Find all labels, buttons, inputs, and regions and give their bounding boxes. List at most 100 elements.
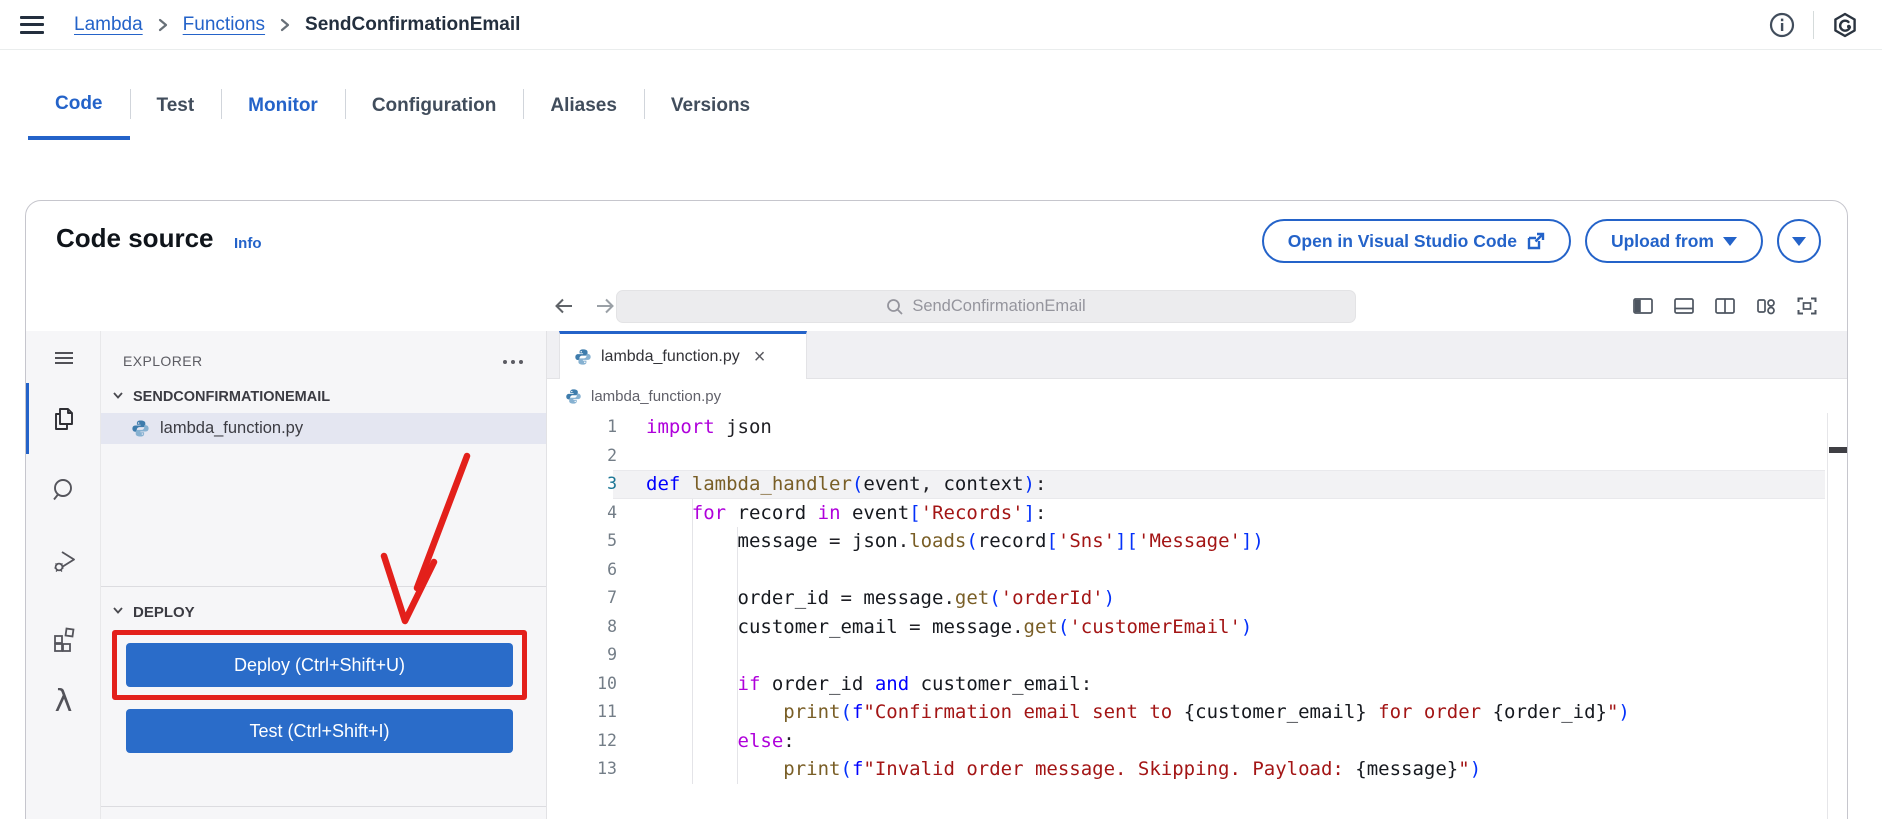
lambda-console-page: Lambda Functions SendConfirmationEmail C… (0, 0, 1882, 819)
deploy-button[interactable]: Deploy (Ctrl+Shift+U) (126, 643, 513, 687)
tab-label: Aliases (550, 95, 617, 116)
breadcrumb-functions-link[interactable]: Functions (183, 14, 265, 36)
more-actions-dropdown-button[interactable] (1777, 219, 1821, 263)
code-line-text: def lambda_handler(event, context): (646, 473, 1047, 495)
tree-root-label: SENDCONFIRMATIONEMAIL (133, 389, 331, 405)
info-link[interactable]: Info (234, 235, 262, 252)
code-source-header: Code source Info Open in Visual Studio C… (26, 201, 1847, 281)
python-file-icon (132, 420, 149, 437)
upload-from-button[interactable]: Upload from (1584, 219, 1763, 263)
toggle-panel-icon[interactable] (1672, 294, 1696, 318)
explorer-title: EXPLORER (123, 353, 203, 369)
toggle-sidebar-icon[interactable] (1631, 294, 1655, 318)
deploy-section-label: DEPLOY (133, 603, 195, 621)
editor-tab-label: lambda_function.py (601, 347, 740, 365)
command-center-search[interactable]: SendConfirmationEmail (616, 290, 1356, 323)
code-line-text: message = json.loads(record['Sns']['Mess… (737, 530, 1264, 552)
line-number: 7 (607, 588, 617, 607)
tab-label: Test (156, 95, 195, 116)
tab-code[interactable]: Code (28, 72, 130, 140)
search-label: SendConfirmationEmail (912, 297, 1086, 315)
tab-test[interactable]: Test (129, 72, 222, 140)
editor-breadcrumb[interactable]: lambda_function.py (547, 379, 1847, 413)
code-line-text: import json (646, 416, 772, 438)
code-line-text: if order_id and customer_email: (737, 672, 1093, 695)
menu-icon[interactable] (26, 345, 101, 371)
code-line-5[interactable]: 5 message = json.loads(record['Sns']['Me… (547, 527, 1847, 556)
divider (101, 806, 546, 807)
run-debug-icon[interactable] (26, 547, 101, 575)
python-file-icon (575, 348, 591, 365)
tab-label: Code (55, 93, 103, 114)
search-icon (887, 298, 903, 315)
extensions-icon[interactable] (26, 624, 101, 652)
deploy-section-header[interactable]: DEPLOY (101, 597, 546, 627)
activity-bar: λ (26, 331, 101, 819)
editor-tab-lambda-function[interactable]: lambda_function.py × (559, 331, 807, 379)
code-editor[interactable]: 1 import json 2 3 def lambda_handler(event, … (547, 413, 1847, 819)
chevron-down-icon (111, 388, 125, 406)
upload-from-label: Upload from (1610, 230, 1714, 251)
navigate-forward-icon[interactable] (592, 293, 618, 322)
code-line-4[interactable]: 4 for record in event['Records']: (547, 499, 1847, 528)
line-number: 12 (597, 730, 617, 750)
editor-scrollbar[interactable] (1827, 413, 1828, 819)
explorer-more-actions-icon[interactable] (502, 353, 524, 370)
code-line-11[interactable]: 11 print(f"Confirmation email sent to {c… (547, 698, 1847, 727)
divider (1813, 10, 1814, 39)
tab-aliases[interactable]: Aliases (523, 72, 644, 140)
editor-tab-bar: lambda_function.py × (547, 331, 1847, 379)
code-line-10[interactable]: 10 if order_id and customer_email: (547, 670, 1847, 699)
external-link-icon (1527, 232, 1545, 249)
code-line-text: for record in event['Records']: (691, 501, 1047, 524)
breadcrumb-current-function: SendConfirmationEmail (305, 13, 521, 35)
test-button[interactable]: Test (Ctrl+Shift+I) (126, 709, 513, 753)
code-line-text: else: (737, 729, 795, 752)
tree-file-label: lambda_function.py (160, 419, 304, 437)
code-line-text: print(f"Invalid order message. Skipping.… (783, 758, 1482, 780)
explorer-files-icon[interactable] (26, 405, 101, 433)
tree-root-sendconfirmationemail[interactable]: SENDCONFIRMATIONEMAIL (101, 383, 546, 411)
line-number: 8 (607, 616, 617, 636)
code-line-8[interactable]: 8 customer_email = message.get('customer… (547, 613, 1847, 642)
open-in-vscode-label: Open in Visual Studio Code (1287, 230, 1517, 251)
topnav-right-icons (1769, 10, 1858, 39)
tab-versions[interactable]: Versions (643, 72, 777, 140)
info-icon[interactable] (1769, 12, 1795, 38)
line-number: 9 (607, 645, 617, 664)
ide-topbar: SendConfirmationEmail (26, 281, 1847, 331)
tree-file-lambda-function[interactable]: lambda_function.py (101, 413, 546, 444)
cloudshell-icon[interactable] (1832, 12, 1858, 38)
code-line-13[interactable]: 13 print(f"Invalid order message. Skippi… (547, 755, 1847, 784)
code-line-7[interactable]: 7 order_id = message.get('orderId') (547, 584, 1847, 613)
code-line-3[interactable]: 3 def lambda_handler(event, context): (547, 470, 1847, 499)
tab-monitor[interactable]: Monitor (221, 72, 345, 140)
function-tabs: Code Test Monitor Configuration Aliases Versi… (0, 72, 1882, 140)
code-line-9[interactable]: 9 (547, 641, 1847, 670)
line-number: 6 (607, 559, 617, 579)
code-line-text: order_id = message.get('orderId') (737, 587, 1116, 609)
aws-lambda-icon[interactable]: λ (26, 684, 101, 719)
code-source-panel: Code source Info Open in Visual Studio C… (25, 200, 1848, 819)
code-source-actions: Open in Visual Studio Code Upload from (1261, 219, 1821, 263)
code-line-text: print(f"Confirmation email sent to {cust… (783, 701, 1630, 723)
editor-region: lambda_function.py × lambda_function.py … (547, 331, 1847, 819)
code-line-6[interactable]: 6 (547, 556, 1847, 585)
line-number: 2 (607, 445, 617, 465)
split-editor-icon[interactable] (1713, 294, 1737, 318)
fullscreen-icon[interactable] (1795, 294, 1819, 318)
hamburger-menu-icon[interactable] (20, 15, 44, 34)
open-in-vscode-button[interactable]: Open in Visual Studio Code (1261, 219, 1571, 263)
search-icon[interactable] (26, 476, 101, 504)
code-line-2[interactable]: 2 (547, 442, 1847, 471)
code-line-12[interactable]: 12 else: (547, 727, 1847, 756)
navigate-back-icon[interactable] (551, 293, 577, 322)
breadcrumb-lambda-link[interactable]: Lambda (74, 14, 143, 36)
code-line-text: customer_email = message.get('customerEm… (737, 615, 1253, 638)
customize-layout-icon[interactable] (1754, 294, 1778, 318)
close-tab-icon[interactable]: × (754, 347, 766, 367)
code-line-1[interactable]: 1 import json (547, 413, 1847, 442)
layout-controls (1631, 294, 1819, 318)
chevron-right-icon (157, 17, 169, 33)
tab-configuration[interactable]: Configuration (344, 72, 524, 140)
